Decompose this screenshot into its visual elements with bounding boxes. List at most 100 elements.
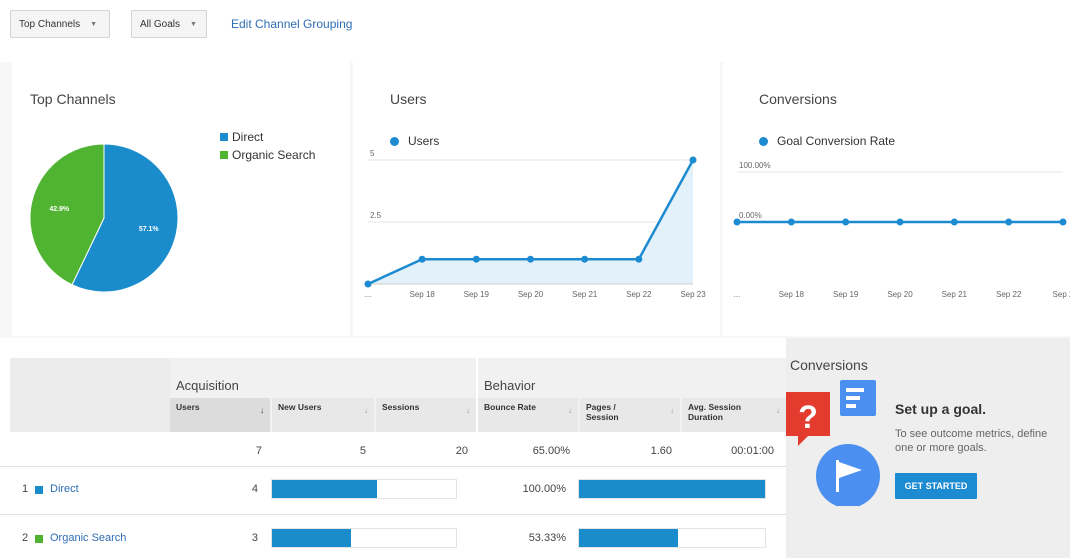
goal-illustration-icon: ? xyxy=(786,380,880,506)
legend-item-direct[interactable]: Direct xyxy=(220,130,263,144)
data-point[interactable] xyxy=(581,255,589,263)
pie-slice-label: 42.9% xyxy=(49,206,70,213)
data-point[interactable] xyxy=(689,156,697,164)
behavior-bar xyxy=(578,528,766,548)
total-users: 7 xyxy=(255,445,262,457)
column-header-sessions[interactable]: Sessions ↓ xyxy=(376,398,476,432)
column-header-users-label: Users xyxy=(176,402,200,412)
total-bounce-rate: 65.00% xyxy=(532,445,570,457)
goal-conversion-line-chart: 100.00% 0.00%... Sep 18 Sep 19 Sep 20 Sep 21 S… xyxy=(733,161,1070,299)
x-tick-label: Sep 19 xyxy=(833,290,859,299)
total-sessions: 20 xyxy=(455,445,468,457)
sessions-bar xyxy=(271,479,457,499)
behavior-bar-fill xyxy=(579,480,765,498)
get-started-button[interactable]: GET STARTED xyxy=(895,473,977,499)
setup-goal-description: To see outcome metrics, define one or mo… xyxy=(895,428,1048,454)
channel-grouping-dropdown[interactable]: Top Channels ▼ xyxy=(10,10,110,38)
legend-swatch-direct xyxy=(220,133,228,141)
table-row: 1 Direct 4 100.00% xyxy=(0,466,786,512)
data-point[interactable] xyxy=(896,218,904,226)
x-tick-label: Sep 2 xyxy=(1053,290,1070,299)
legend-item-organic-search[interactable]: Organic Search xyxy=(220,148,315,162)
channel-link-organic-search[interactable]: Organic Search xyxy=(50,532,126,544)
behavior-group-label: Behavior xyxy=(484,378,536,393)
column-header-new-users-label: New Users xyxy=(278,402,322,412)
behavior-bar xyxy=(578,479,766,499)
data-point[interactable] xyxy=(787,218,795,226)
data-point[interactable] xyxy=(1059,218,1067,226)
data-point[interactable] xyxy=(733,218,741,226)
sessions-bar-fill xyxy=(272,480,377,498)
row-users: 3 xyxy=(251,532,258,544)
total-avg-duration: 00:01:00 xyxy=(731,445,774,457)
x-tick-label: Sep 18 xyxy=(779,290,805,299)
x-tick-label: Sep 23 xyxy=(680,290,706,299)
x-tick-label: Sep 20 xyxy=(887,290,913,299)
column-header-pages-session-label: Pages / Session xyxy=(586,402,619,422)
column-header-bounce-rate-label: Bounce Rate xyxy=(484,402,536,412)
x-tick-label: Sep 20 xyxy=(518,290,544,299)
data-point[interactable] xyxy=(527,255,534,263)
data-point[interactable] xyxy=(842,218,850,226)
data-point[interactable] xyxy=(364,280,372,288)
data-point[interactable] xyxy=(950,218,958,226)
data-point[interactable] xyxy=(418,255,426,263)
sort-icon: ↓ xyxy=(776,406,780,415)
sort-icon: ↓ xyxy=(364,406,368,415)
channel-link-direct[interactable]: Direct xyxy=(50,483,79,495)
x-tick-label: Sep 22 xyxy=(996,290,1022,299)
setup-goal-heading: Set up a goal. xyxy=(895,401,987,417)
row-bounce-rate: 53.33% xyxy=(528,532,566,544)
row-number: 2 xyxy=(22,532,29,544)
table-row: 2 Organic Search 3 53.33% xyxy=(0,514,786,558)
top-channels-card: Top Channels Direct Organic Search 57.1%… xyxy=(12,62,350,336)
column-header-users[interactable]: Users ↓ xyxy=(170,398,270,432)
sessions-bar xyxy=(271,528,457,548)
x-tick-label: Sep 19 xyxy=(464,290,490,299)
legend-label-direct: Direct xyxy=(232,130,264,144)
edit-channel-grouping-link[interactable]: Edit Channel Grouping xyxy=(231,17,352,31)
sort-desc-icon: ↓ xyxy=(260,406,264,415)
x-tick-label: ... xyxy=(734,290,741,299)
legend-label-organic-search: Organic Search xyxy=(232,148,316,162)
column-header-new-users[interactable]: New Users ↓ xyxy=(272,398,374,432)
column-header-bounce-rate[interactable]: Bounce Rate ↓ xyxy=(478,398,578,432)
total-new-users: 5 xyxy=(359,445,366,457)
y-tick-label: 5 xyxy=(370,149,375,158)
x-tick-label: Sep 21 xyxy=(942,290,968,299)
top-channels-title: Top Channels xyxy=(30,91,116,107)
legend-swatch-organic-search xyxy=(220,151,228,159)
sort-icon: ↓ xyxy=(568,406,572,415)
users-line-chart: 5 2.5... Sep 18 Sep 19 Sep 20 Sep 21 Sep 22 Sep… xyxy=(364,149,706,299)
row-users: 4 xyxy=(251,483,258,495)
column-header-sessions-label: Sessions xyxy=(382,402,420,412)
toolbar: Top Channels ▼ All Goals ▼ Edit Channel … xyxy=(0,0,1070,52)
chevron-down-icon: ▼ xyxy=(90,20,98,28)
y-tick-label: 2.5 xyxy=(370,211,382,220)
conversions-card: Conversions Goal Conversion Rate 100.00%… xyxy=(723,62,1070,336)
x-tick-label: Sep 22 xyxy=(626,290,652,299)
x-tick-label: Sep 18 xyxy=(409,290,435,299)
goal-select-dropdown[interactable]: All Goals ▼ xyxy=(131,10,207,38)
row-number: 1 xyxy=(22,483,29,495)
data-point[interactable] xyxy=(1005,218,1013,226)
sort-icon: ↓ xyxy=(466,406,470,415)
data-point[interactable] xyxy=(472,255,480,263)
acquisition-group-label: Acquisition xyxy=(176,378,239,393)
data-point[interactable] xyxy=(635,255,643,263)
goal-select-label: All Goals xyxy=(140,18,181,30)
conversions-panel-title: Conversions xyxy=(790,357,868,373)
chevron-down-icon: ▼ xyxy=(190,20,197,28)
sort-icon: ↓ xyxy=(670,406,674,415)
column-header-avg-duration[interactable]: Avg. Session Duration ↓ xyxy=(682,398,786,432)
column-header-avg-duration-label: Avg. Session Duration xyxy=(688,402,742,422)
total-pages-session: 1.60 xyxy=(650,445,672,457)
sessions-bar-fill xyxy=(272,529,352,547)
top-channels-pie: 57.1% 42.9% xyxy=(29,143,179,293)
column-header-pages-session[interactable]: Pages / Session ↓ xyxy=(580,398,680,432)
users-card: Users Users 5 2.5... Sep 18 Sep 19 Sep 20 Sep… xyxy=(353,62,720,336)
table-header-blank xyxy=(10,358,170,432)
row-bounce-rate: 100.00% xyxy=(522,483,566,495)
channel-color-swatch xyxy=(35,535,43,543)
channel-grouping-label: Top Channels xyxy=(19,18,81,30)
